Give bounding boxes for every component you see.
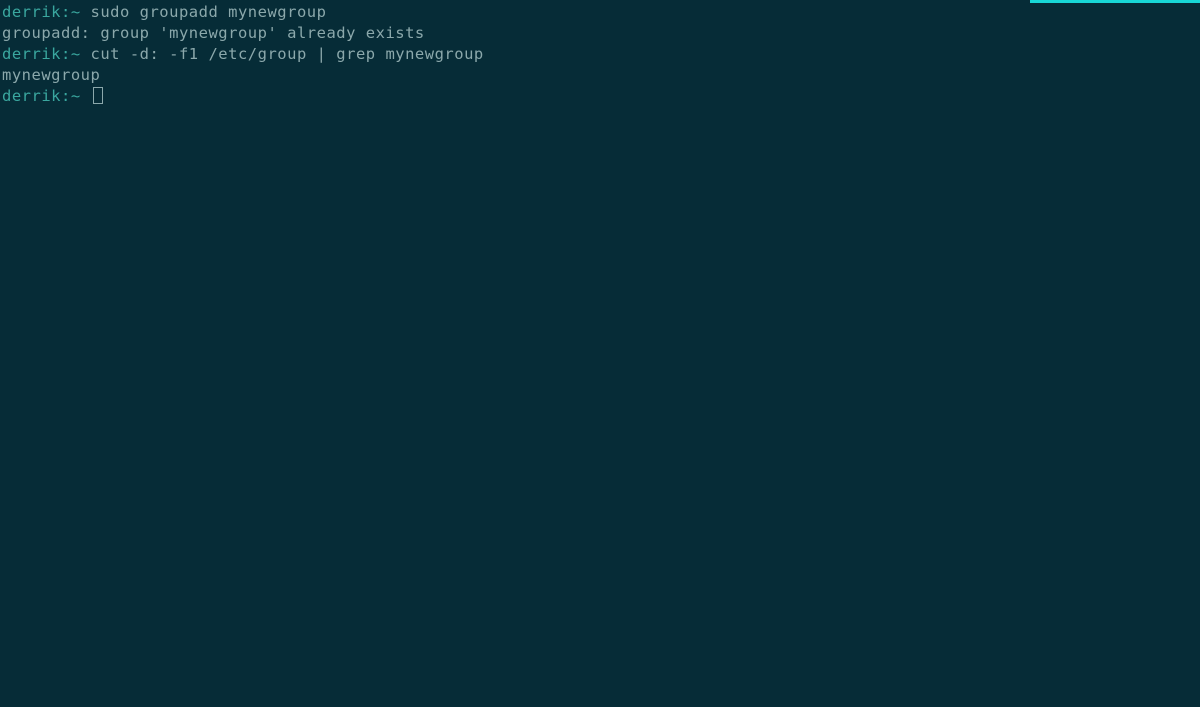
- terminal-line: derrik:~ sudo groupadd mynewgroup: [2, 2, 1198, 23]
- terminal-line: groupadd: group 'mynewgroup' already exi…: [2, 23, 1198, 44]
- prompt: derrik:~: [2, 87, 81, 105]
- output-text: groupadd: group 'mynewgroup' already exi…: [2, 24, 425, 42]
- command-text: [81, 87, 91, 105]
- command-text: cut -d: -f1 /etc/group | grep mynewgroup: [81, 45, 484, 63]
- command-text: sudo groupadd mynewgroup: [81, 3, 327, 21]
- terminal-area[interactable]: derrik:~ sudo groupadd mynewgroup groupa…: [2, 2, 1198, 107]
- cursor-icon: [93, 87, 103, 104]
- terminal-line: derrik:~ cut -d: -f1 /etc/group | grep m…: [2, 44, 1198, 65]
- terminal-line: mynewgroup: [2, 65, 1198, 86]
- prompt: derrik:~: [2, 45, 81, 63]
- window-accent-bar: [1030, 0, 1200, 3]
- output-text: mynewgroup: [2, 66, 100, 84]
- prompt: derrik:~: [2, 3, 81, 21]
- terminal-line: derrik:~: [2, 86, 1198, 107]
